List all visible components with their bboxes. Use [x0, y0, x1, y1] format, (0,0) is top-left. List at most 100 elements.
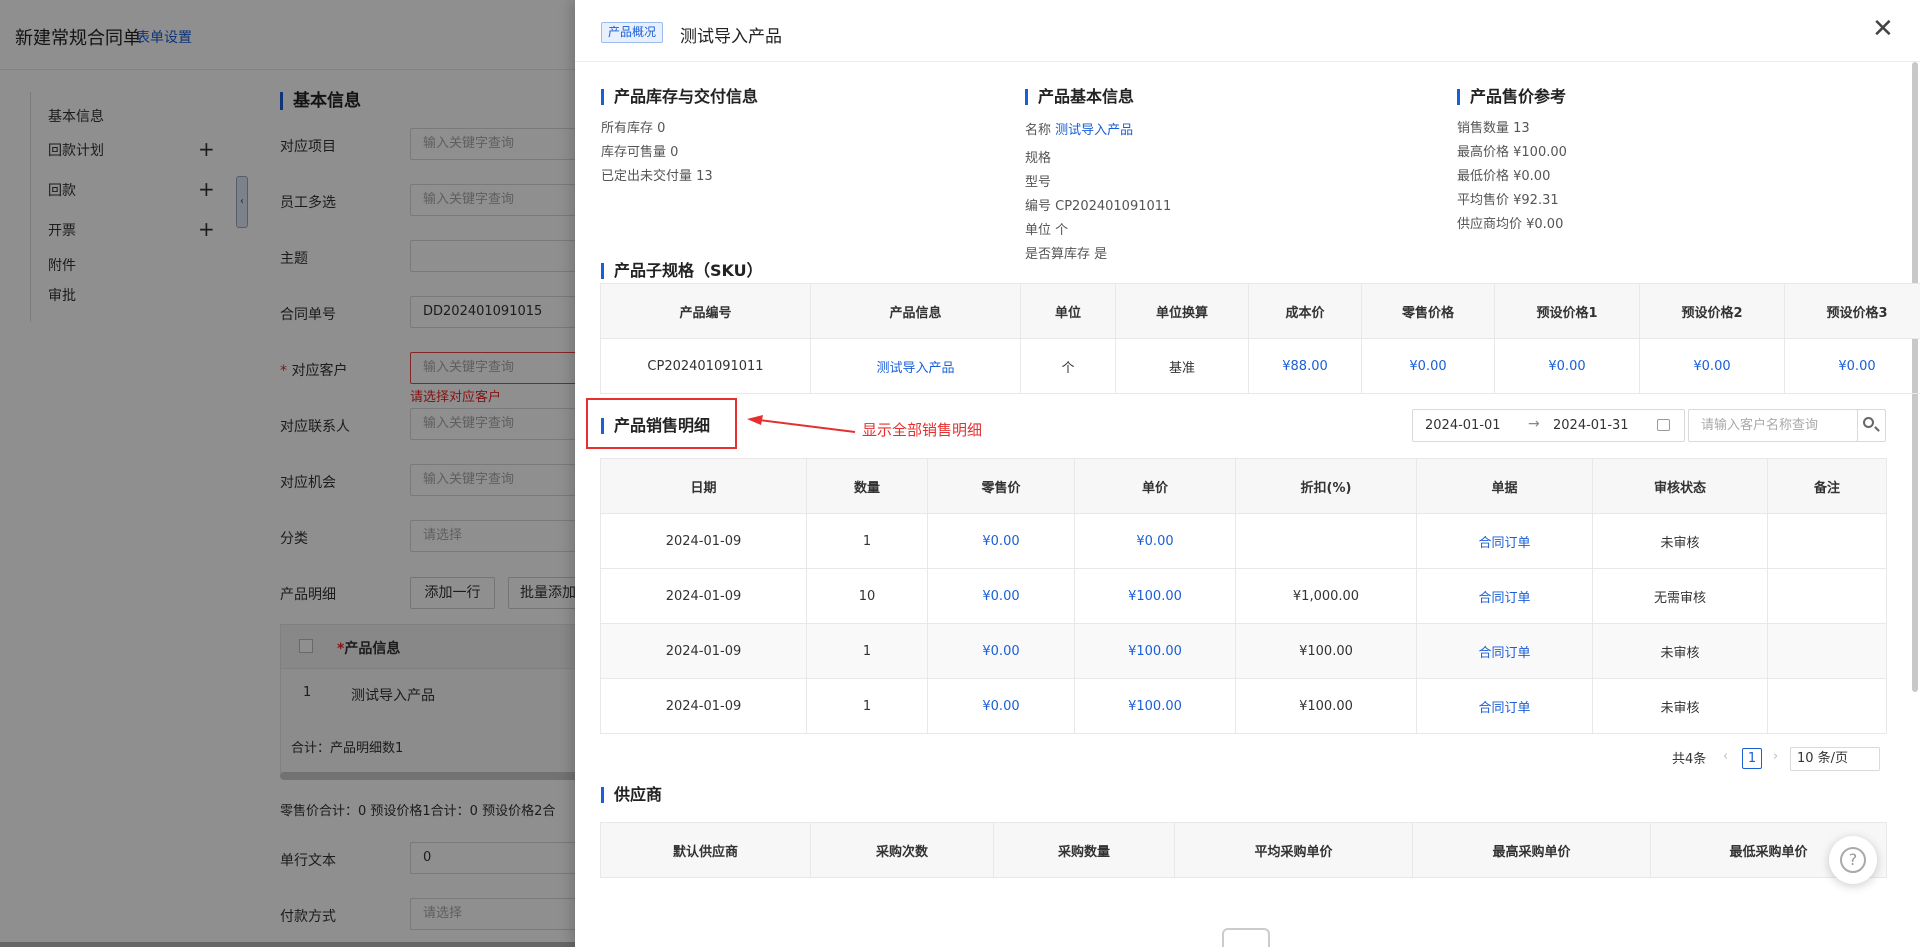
unit-price-cell: ¥100.00: [1074, 568, 1236, 624]
date-cell: 2024-01-09: [600, 513, 807, 569]
qty-cell: 1: [806, 513, 928, 569]
date-cell: 2024-01-09: [600, 678, 807, 734]
annotation-text: 显示全部销售明细: [862, 421, 983, 439]
basic-track-inventory: 是否算库存 是: [1025, 247, 1108, 262]
supplier-table: 默认供应商 采购次数 采购数量 平均采购单价 最高采购单价 最低采购单价: [600, 822, 1887, 878]
inventory-total: 所有库存 0: [601, 121, 666, 136]
sku-header-cell: 预设价格3: [1784, 283, 1920, 339]
page-1-button[interactable]: 1: [1742, 748, 1762, 769]
annotation-arrow-icon: [747, 415, 856, 433]
page-size-select[interactable]: 10 条/页: [1790, 747, 1880, 771]
sku-header-cell: 产品信息: [810, 283, 1021, 339]
discount-cell: ¥100.00: [1235, 623, 1417, 679]
sku-header-cell: 成本价: [1248, 283, 1362, 339]
date-cell: 2024-01-09: [600, 568, 807, 624]
sales-header-cell: 折扣(%): [1235, 458, 1417, 514]
basic-name-label: 名称: [1025, 123, 1056, 138]
sku-unit-cell: 个: [1020, 338, 1116, 394]
price-ref-supplier-avg: 供应商均价 ¥0.00: [1457, 217, 1564, 232]
supplier-header-cell: 采购次数: [810, 822, 994, 878]
retail-cell: ¥0.00: [927, 678, 1075, 734]
document-link[interactable]: 合同订单: [1416, 623, 1593, 679]
sku-section-title: 产品子规格（SKU）: [601, 263, 763, 279]
remark-cell: [1767, 678, 1887, 734]
sales-table-header-row: 日期 数量 零售价 单价 折扣(%) 单据 审核状态 备注: [600, 458, 1887, 514]
sales-header-cell: 零售价: [927, 458, 1075, 514]
basic-code: 编号 CP202401091011: [1025, 199, 1172, 214]
search-button[interactable]: [1855, 409, 1886, 442]
status-cell: 未审核: [1592, 513, 1768, 569]
remark-cell: [1767, 513, 1887, 569]
sku-table-header-row: 产品编号 产品信息 单位 单位换算 成本价 零售价格 预设价格1 预设价格2 预…: [600, 283, 1920, 339]
basic-spec: 规格: [1025, 151, 1052, 166]
date-range-picker[interactable]: 2024-01-01 → 2024-01-31: [1412, 409, 1685, 442]
sku-header-cell: 单位换算: [1115, 283, 1249, 339]
unit-price-cell: ¥100.00: [1074, 678, 1236, 734]
inventory-undelivered: 已定出未交付量 13: [601, 169, 713, 184]
unit-price-cell: ¥100.00: [1074, 623, 1236, 679]
supplier-header-cell: 最高采购单价: [1412, 822, 1651, 878]
sku-preset2-cell: ¥0.00: [1639, 338, 1785, 394]
retail-cell: ¥0.00: [927, 623, 1075, 679]
empty-state-icon: [1222, 928, 1270, 947]
remark-cell: [1767, 623, 1887, 679]
unit-price-cell: ¥0.00: [1074, 513, 1236, 569]
retail-cell: ¥0.00: [927, 568, 1075, 624]
customer-search-input[interactable]: 请输入客户名称查询: [1688, 409, 1858, 442]
table-row: 2024-01-09 10 ¥0.00 ¥100.00 ¥1,000.00 合同…: [600, 568, 1887, 624]
price-ref-min: 最低价格 ¥0.00: [1457, 169, 1551, 184]
sku-cost-cell: ¥88.00: [1248, 338, 1362, 394]
supplier-header-cell: 默认供应商: [600, 822, 811, 878]
date-range-arrow-icon: →: [1528, 416, 1540, 432]
product-name-link[interactable]: 测试导入产品: [1055, 123, 1133, 138]
sku-preset3-cell: ¥0.00: [1784, 338, 1920, 394]
sku-preset1-cell: ¥0.00: [1494, 338, 1640, 394]
table-row: 2024-01-09 1 ¥0.00 ¥0.00 合同订单 未审核: [600, 513, 1887, 569]
sku-table: 产品编号 产品信息 单位 单位换算 成本价 零售价格 预设价格1 预设价格2 预…: [600, 283, 1920, 394]
sales-header-cell: 日期: [600, 458, 807, 514]
discount-cell: ¥100.00: [1235, 678, 1417, 734]
modal-overlay[interactable]: [0, 0, 575, 947]
date-start: 2024-01-01: [1425, 418, 1501, 433]
prev-page-icon[interactable]: ‹: [1723, 749, 1728, 764]
highlight-box: [586, 398, 737, 449]
discount-cell: [1235, 513, 1417, 569]
document-link[interactable]: 合同订单: [1416, 678, 1593, 734]
document-link[interactable]: 合同订单: [1416, 513, 1593, 569]
product-overview-tag: 产品概况: [601, 22, 664, 43]
date-end: 2024-01-31: [1553, 418, 1629, 433]
table-row: 2024-01-09 1 ¥0.00 ¥100.00 ¥100.00 合同订单 …: [600, 623, 1887, 679]
discount-cell: ¥1,000.00: [1235, 568, 1417, 624]
qty-cell: 1: [806, 623, 928, 679]
remark-cell: [1767, 568, 1887, 624]
supplier-header-cell: 采购数量: [993, 822, 1175, 878]
document-link[interactable]: 合同订单: [1416, 568, 1593, 624]
retail-cell: ¥0.00: [927, 513, 1075, 569]
sku-header-cell: 零售价格: [1361, 283, 1495, 339]
search-icon: [1863, 417, 1874, 428]
sku-header-cell: 预设价格2: [1639, 283, 1785, 339]
sales-header-cell: 备注: [1767, 458, 1887, 514]
next-page-icon[interactable]: ›: [1773, 749, 1778, 764]
sku-header-cell: 预设价格1: [1494, 283, 1640, 339]
drawer-title: 测试导入产品: [680, 27, 782, 47]
basic-unit: 单位 个: [1025, 223, 1069, 238]
help-button[interactable]: ?: [1829, 836, 1877, 884]
bottom-bar: [0, 942, 575, 947]
inventory-sellable: 库存可售量 0: [601, 145, 679, 160]
sales-header-cell: 单据: [1416, 458, 1593, 514]
price-ref-avg: 平均售价 ¥92.31: [1457, 193, 1559, 208]
close-icon[interactable]: ✕: [1872, 16, 1894, 42]
status-cell: 无需审核: [1592, 568, 1768, 624]
sales-header-cell: 审核状态: [1592, 458, 1768, 514]
table-row: 2024-01-09 1 ¥0.00 ¥100.00 ¥100.00 合同订单 …: [600, 678, 1887, 734]
calendar-icon: [1657, 419, 1670, 431]
status-cell: 未审核: [1592, 678, 1768, 734]
price-ref-max: 最高价格 ¥100.00: [1457, 145, 1567, 160]
sales-header-cell: 单价: [1074, 458, 1236, 514]
supplier-header-cell: 平均采购单价: [1174, 822, 1413, 878]
sku-table-row: CP202401091011 测试导入产品 个 基准 ¥88.00 ¥0.00 …: [600, 338, 1920, 394]
basic-name: 名称 测试导入产品: [1025, 119, 1133, 138]
sku-product-link[interactable]: 测试导入产品: [810, 338, 1021, 394]
supplier-table-header-row: 默认供应商 采购次数 采购数量 平均采购单价 最高采购单价 最低采购单价: [600, 822, 1887, 878]
